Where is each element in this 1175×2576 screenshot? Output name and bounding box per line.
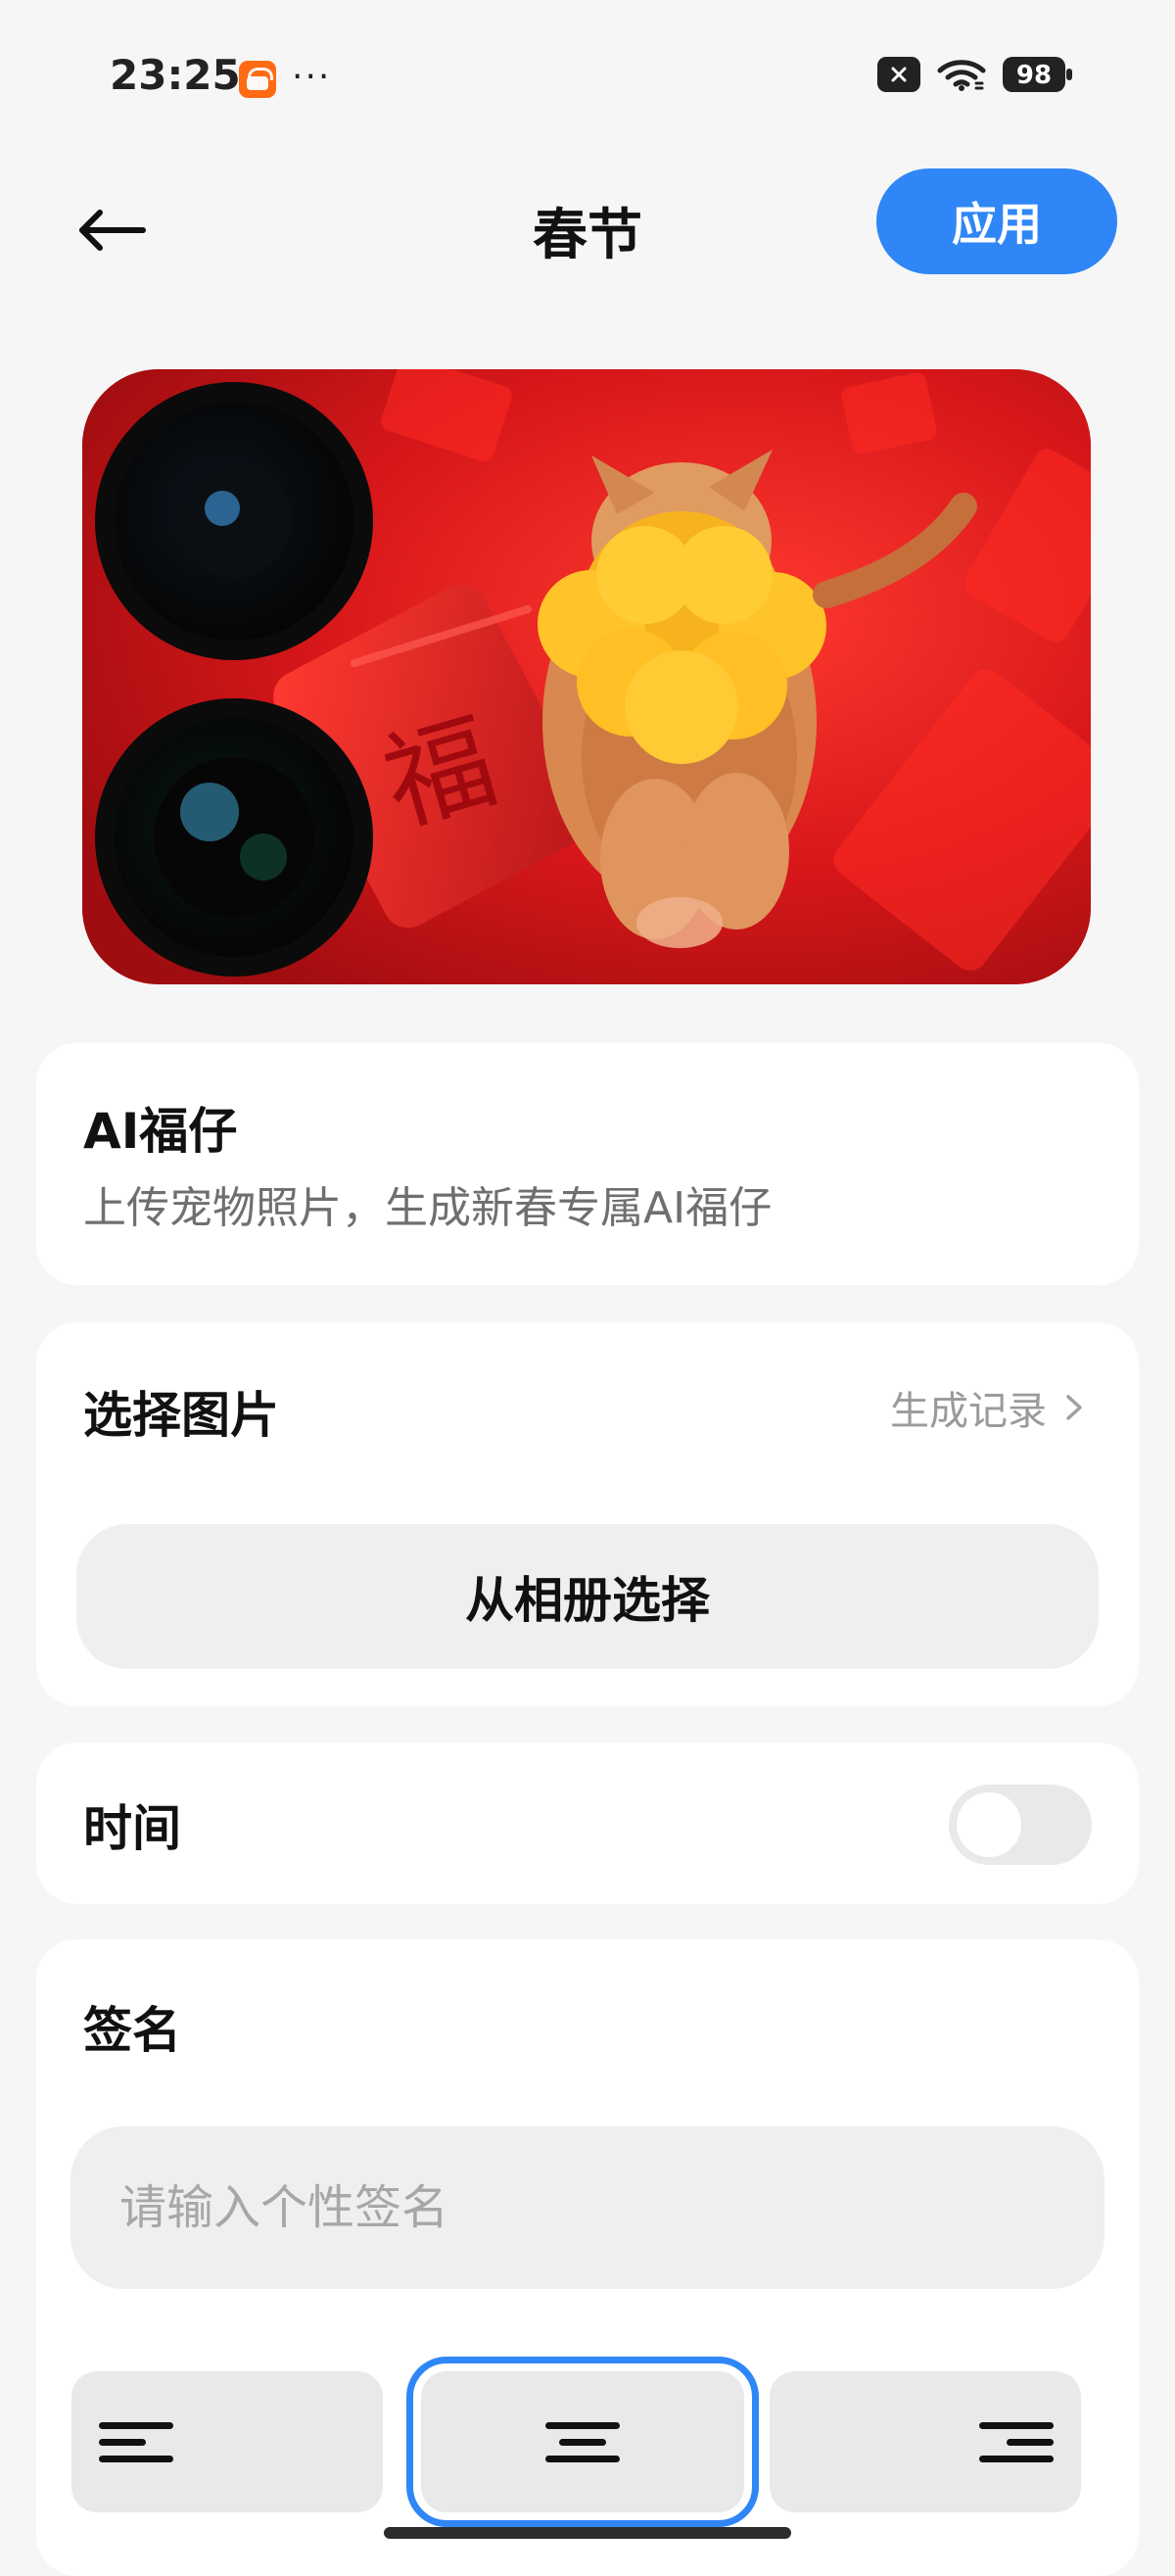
signature-title: 签名 [83,2002,181,2059]
battery-indicator: 98 [1003,57,1072,92]
status-indicators: 98 [877,57,1072,92]
align-center-button[interactable] [406,2357,759,2527]
ai-description: 上传宠物照片，生成新春专属AI福仔 [83,1183,773,1233]
select-image-title: 选择图片 [83,1387,279,1444]
battery-level: 98 [1015,61,1053,90]
generation-history-link[interactable]: 生成记录 [890,1379,1088,1436]
select-image-card: 选择图片 生成记录 从相册选择 [36,1322,1139,1706]
chevron-right-icon [1066,1395,1082,1420]
more-notifications-icon: ··· [292,57,332,97]
wallpaper-preview: 福 [82,369,1091,984]
align-right-icon [979,2422,1054,2462]
status-time: 23:25 [110,51,241,99]
ai-fuzai-card: AI福仔 上传宠物照片，生成新春专属AI福仔 [36,1043,1139,1285]
shopping-bag-icon [239,61,276,98]
align-left-button[interactable] [71,2371,383,2512]
home-indicator [384,2527,791,2539]
choose-from-album-button[interactable]: 从相册选择 [76,1524,1099,1669]
align-left-icon [99,2422,173,2462]
signature-card: 签名 [36,1939,1139,2576]
no-signal-icon [877,57,920,92]
toggle-knob [957,1792,1021,1857]
wifi-icon [937,60,986,91]
align-center-icon [545,2422,620,2462]
apply-button[interactable]: 应用 [876,168,1117,274]
signature-input[interactable] [70,2126,1104,2289]
time-label: 时间 [83,1800,181,1857]
time-card: 时间 [36,1742,1139,1904]
time-toggle[interactable] [949,1785,1092,1865]
new-year-cat-preview-image: 福 [82,369,1091,984]
ai-title: AI福仔 [83,1103,238,1160]
align-right-button[interactable] [770,2371,1081,2512]
generation-history-label: 生成记录 [890,1389,1047,1434]
status-bar: 23:25 ··· 98 [0,0,1175,147]
